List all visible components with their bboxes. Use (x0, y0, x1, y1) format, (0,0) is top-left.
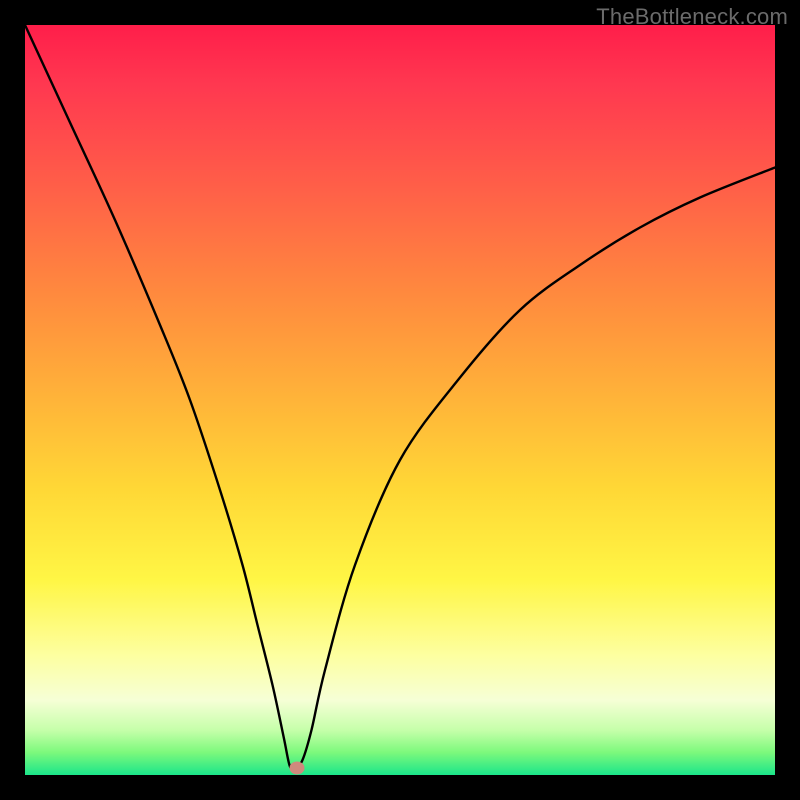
bottleneck-curve (25, 25, 775, 770)
optimal-point-marker (289, 762, 304, 775)
plot-area (25, 25, 775, 775)
watermark-text: TheBottleneck.com (596, 4, 788, 30)
curve-layer (25, 25, 775, 775)
chart-frame: TheBottleneck.com (0, 0, 800, 800)
